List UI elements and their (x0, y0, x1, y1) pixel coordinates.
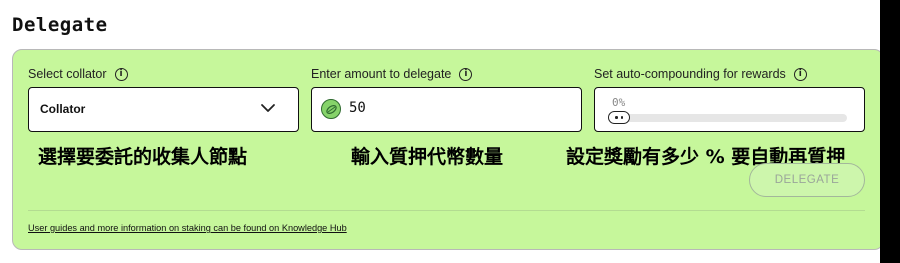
amount-input[interactable]: 50 (311, 87, 582, 132)
token-icon (321, 99, 341, 119)
auto-compounding-label: Set auto-compounding for rewards (594, 67, 786, 81)
collator-select-value: Collator (40, 102, 86, 116)
amount-info-icon[interactable]: i (459, 67, 473, 81)
collator-label: Select collator (28, 67, 107, 81)
chevron-down-icon (261, 104, 275, 112)
amount-value: 50 (349, 100, 366, 116)
collator-label-row: Select collator i (28, 67, 128, 81)
collator-annotation: 選擇要委託的收集人節點 (38, 146, 248, 168)
page-title: Delegate (12, 14, 108, 36)
amount-label: Enter amount to delegate (311, 67, 452, 81)
auto-compounding-slider-thumb[interactable] (608, 111, 630, 124)
amount-label-row: Enter amount to delegate i (311, 67, 473, 81)
divider (28, 210, 865, 211)
delegate-button[interactable]: DELEGATE (749, 163, 865, 197)
collator-info-icon[interactable]: i (114, 67, 128, 81)
auto-compounding-info-icon[interactable]: i (793, 67, 807, 81)
window-edge (880, 0, 900, 263)
auto-compounding-slider-track[interactable] (612, 114, 847, 122)
knowledge-hub-link[interactable]: User guides and more information on stak… (28, 223, 347, 233)
auto-compounding-label-row: Set auto-compounding for rewards i (594, 67, 807, 81)
auto-compounding-control: 0% (594, 87, 865, 132)
amount-annotation: 輸入質押代幣數量 (351, 146, 504, 168)
auto-compounding-percent: 0% (612, 96, 626, 109)
collator-select[interactable]: Collator (28, 87, 299, 132)
